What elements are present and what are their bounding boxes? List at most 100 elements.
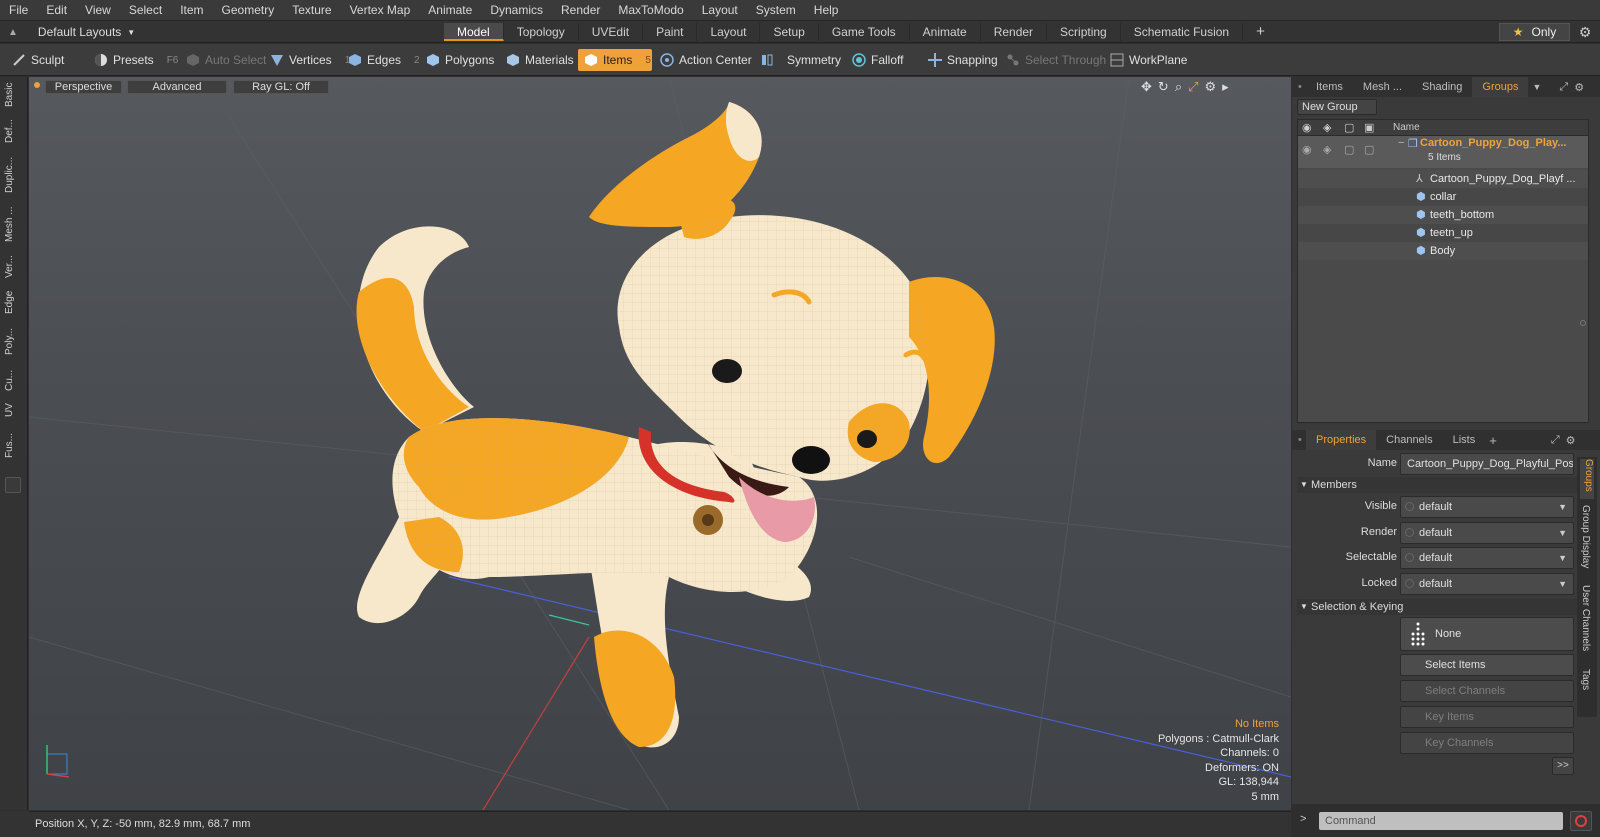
name-field[interactable]: Cartoon_Puppy_Dog_Playful_Pos xyxy=(1400,453,1574,475)
list-item[interactable]: ⬢ Body xyxy=(1298,242,1588,260)
tool-tab-deform[interactable]: Def... xyxy=(4,113,24,149)
items-button[interactable]: Items 5 xyxy=(578,49,652,71)
menu-animate[interactable]: Animate xyxy=(419,3,481,17)
tool-tab-curve[interactable]: Cu... xyxy=(4,365,24,395)
tool-tab-basic[interactable]: Basic xyxy=(4,81,24,109)
menu-edit[interactable]: Edit xyxy=(37,3,76,17)
tool-tab-fusion[interactable]: Fus... xyxy=(4,425,24,465)
rotate-icon[interactable]: ↻ xyxy=(1158,79,1169,95)
tab-mesh[interactable]: Mesh ... xyxy=(1353,77,1412,97)
presets-button[interactable]: Presets F6 xyxy=(88,49,184,71)
edges-button[interactable]: Edges 2 xyxy=(342,49,426,71)
menu-view[interactable]: View xyxy=(76,3,120,17)
menu-maxtomodo[interactable]: MaxToModo xyxy=(609,3,692,17)
group-row[interactable]: ◉ ◈ ▢ ▢ − ❐ Cartoon_Puppy_Dog_Play... 5 … xyxy=(1298,136,1588,168)
list-item[interactable]: ⬢ teetn_up xyxy=(1298,224,1588,242)
layout-selector[interactable]: ▲ Default Layouts ▼ xyxy=(8,24,135,40)
key-channels-button[interactable]: Key Channels xyxy=(1400,732,1574,754)
only-button[interactable]: ★ Only xyxy=(1499,23,1570,41)
group-lock-icon[interactable]: ▢ xyxy=(1344,143,1354,156)
auto-select-button[interactable]: Auto Select xyxy=(180,49,272,71)
materials-button[interactable]: Materials xyxy=(500,49,580,71)
tab-setup[interactable]: Setup xyxy=(760,23,819,41)
tab-game-tools[interactable]: Game Tools xyxy=(819,23,910,41)
viewport-menu-icon[interactable]: ▸ xyxy=(1222,79,1229,95)
menu-render[interactable]: Render xyxy=(552,3,609,17)
record-button[interactable] xyxy=(1570,811,1592,831)
props-expand-icon[interactable]: ⤢ xyxy=(1551,434,1560,447)
side-tab-user-channels[interactable]: User Channels xyxy=(1580,585,1591,661)
side-tab-groups[interactable]: Groups xyxy=(1580,459,1594,499)
members-section[interactable]: ▼ Members xyxy=(1297,477,1587,493)
workplane-button[interactable]: WorkPlane xyxy=(1104,49,1193,71)
list-scrollbar[interactable] xyxy=(1580,320,1586,326)
key-items-button[interactable]: Key Items xyxy=(1400,706,1574,728)
menu-vertex-map[interactable]: Vertex Map xyxy=(341,3,420,17)
command-input[interactable]: Command xyxy=(1319,812,1563,830)
tab-lists[interactable]: Lists xyxy=(1443,430,1486,450)
more-button[interactable]: >> xyxy=(1552,757,1574,775)
tool-tab-edge[interactable]: Edge xyxy=(4,287,24,317)
list-item[interactable]: ⬢ collar xyxy=(1298,188,1588,206)
puppy-model[interactable] xyxy=(356,102,995,748)
view-mode-button[interactable]: Perspective xyxy=(45,80,122,94)
side-tab-tags[interactable]: Tags xyxy=(1580,669,1591,699)
visible-select[interactable]: default ▼ xyxy=(1400,496,1574,518)
group-visibility-icon[interactable]: ◉ xyxy=(1302,143,1312,156)
tool-tab-vertex[interactable]: Ver... xyxy=(4,251,24,283)
tab-properties[interactable]: Properties xyxy=(1306,430,1377,450)
add-tab-icon[interactable]: + xyxy=(1489,433,1497,448)
list-item[interactable]: ⬢ teeth_bottom xyxy=(1298,206,1588,224)
add-tab-button[interactable]: + xyxy=(1243,23,1278,41)
menu-system[interactable]: System xyxy=(747,3,805,17)
menu-select[interactable]: Select xyxy=(120,3,171,17)
menu-help[interactable]: Help xyxy=(805,3,848,17)
tool-tab-uv[interactable]: UV xyxy=(4,399,24,421)
tab-paint[interactable]: Paint xyxy=(643,23,698,41)
tool-tab-duplicate[interactable]: Duplic... xyxy=(4,153,24,197)
menu-file[interactable]: File xyxy=(0,3,37,17)
maximize-icon[interactable]: ⤢ xyxy=(1188,79,1198,95)
sculpt-button[interactable]: Sculpt xyxy=(6,49,70,71)
locked-select[interactable]: default ▼ xyxy=(1400,573,1574,595)
raygl-button[interactable]: Ray GL: Off xyxy=(233,80,329,94)
gear-icon[interactable]: ⚙ xyxy=(1577,24,1593,40)
shading-mode-button[interactable]: Advanced xyxy=(127,80,227,94)
tab-groups[interactable]: Groups xyxy=(1472,77,1529,97)
polygons-button[interactable]: Polygons xyxy=(420,49,500,71)
menu-item[interactable]: Item xyxy=(171,3,212,17)
render-select[interactable]: default ▼ xyxy=(1400,522,1574,544)
new-group-button[interactable]: New Group xyxy=(1297,99,1377,115)
menu-texture[interactable]: Texture xyxy=(283,3,340,17)
menu-dynamics[interactable]: Dynamics xyxy=(481,3,552,17)
tab-layout[interactable]: Layout xyxy=(697,23,761,41)
action-center-button[interactable]: Action Center xyxy=(654,49,758,71)
group-select-icon[interactable]: ▢ xyxy=(1364,143,1374,156)
tab-uvedit[interactable]: UVEdit xyxy=(579,23,644,41)
pan-icon[interactable]: ✥ xyxy=(1141,79,1152,95)
list-item[interactable]: ⅄ Cartoon_Puppy_Dog_Playf ... xyxy=(1298,170,1588,188)
props-gear-icon[interactable]: ⚙ xyxy=(1566,434,1576,447)
select-items-button[interactable]: Select Items xyxy=(1400,654,1574,676)
group-render-icon[interactable]: ◈ xyxy=(1323,143,1331,156)
side-tab-group-display[interactable]: Group Display xyxy=(1580,505,1591,577)
tab-schematic-fusion[interactable]: Schematic Fusion xyxy=(1121,23,1244,41)
panel-expand-icon[interactable]: ⤢ xyxy=(1559,81,1568,94)
menu-layout[interactable]: Layout xyxy=(693,3,747,17)
selection-keying-section[interactable]: ▼ Selection & Keying xyxy=(1297,599,1587,615)
tab-render[interactable]: Render xyxy=(981,23,1048,41)
select-through-button[interactable]: Select Through xyxy=(1000,49,1112,71)
group-expand-icon[interactable]: − xyxy=(1398,137,1404,149)
tab-animate[interactable]: Animate xyxy=(910,23,981,41)
tool-tab-mesh[interactable]: Mesh ... xyxy=(4,201,24,247)
symmetry-button[interactable]: Symmetry xyxy=(754,49,847,71)
select-channels-button[interactable]: Select Channels xyxy=(1400,680,1574,702)
none-button[interactable]: None xyxy=(1400,617,1574,651)
3d-viewport[interactable]: Perspective Advanced Ray GL: Off ✥ ↻ ⌕ ⤢… xyxy=(29,77,1291,810)
zoom-icon[interactable]: ⌕ xyxy=(1175,79,1182,95)
tab-items[interactable]: Items xyxy=(1306,77,1353,97)
tab-shading[interactable]: Shading xyxy=(1412,77,1472,97)
tool-tab-polygon[interactable]: Poly... xyxy=(4,321,24,361)
menu-geometry[interactable]: Geometry xyxy=(213,3,284,17)
tabs-dropdown-icon[interactable]: ▼ xyxy=(1532,82,1541,92)
